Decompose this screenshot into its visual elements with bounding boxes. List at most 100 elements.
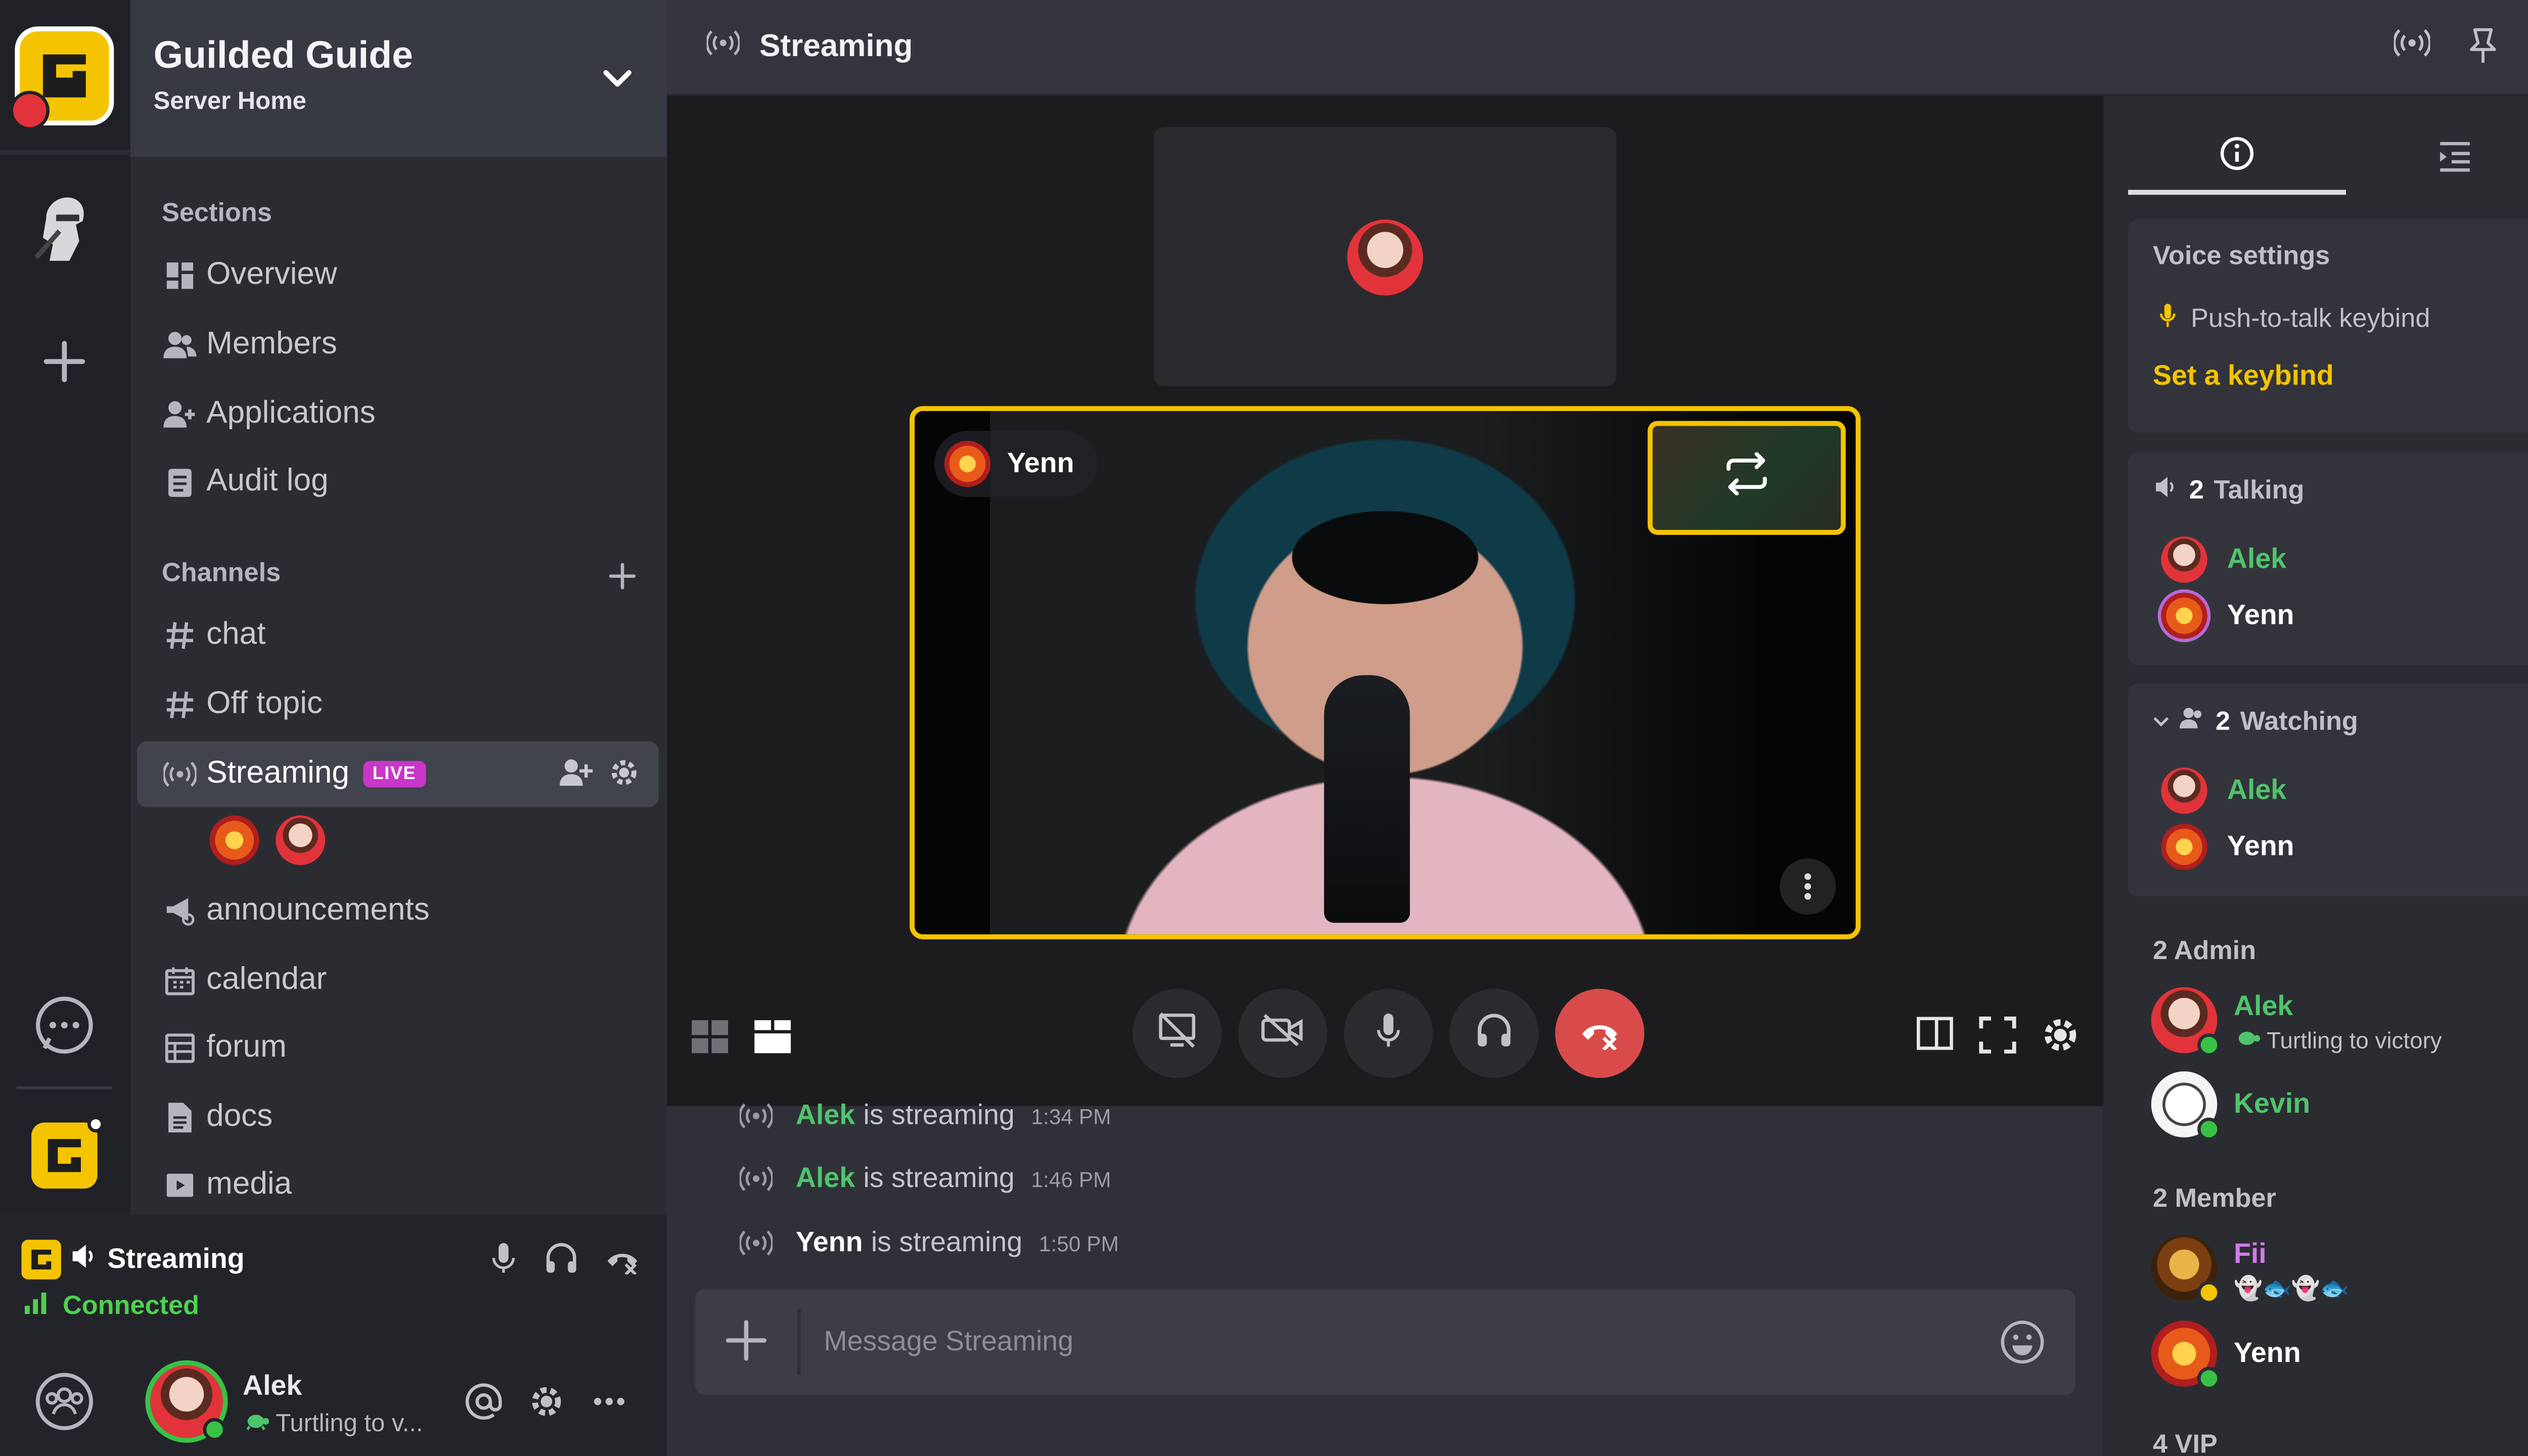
list-item[interactable]: Alek xyxy=(2161,536,2286,583)
add-server-icon[interactable] xyxy=(39,337,89,386)
friends-icon[interactable] xyxy=(33,1370,96,1441)
sidebar-item-chat[interactable]: chat xyxy=(137,603,659,669)
list-item[interactable]: Alek Turtling to victory xyxy=(2151,987,2528,1060)
server-icon-guilded-guide[interactable] xyxy=(10,26,114,130)
list-item[interactable]: Yenn xyxy=(2161,824,2294,870)
sidebar-item-media[interactable]: media xyxy=(137,1152,659,1218)
sidebar-item-docs[interactable]: docs xyxy=(137,1084,659,1151)
tab-info[interactable] xyxy=(2128,125,2346,195)
clipboard-icon xyxy=(162,464,198,500)
right-panel: Voice settings Push-to-talk keybind Set … xyxy=(2103,96,2528,1456)
online-status-dot xyxy=(203,1418,227,1441)
message-timestamp: 1:50 PM xyxy=(1039,1231,1119,1256)
megaphone-icon xyxy=(162,893,198,930)
message-list: Alek is streaming 1:34 PM Alek is stream… xyxy=(667,1100,2103,1288)
gear-icon[interactable] xyxy=(2041,1015,2080,1063)
screenshare-off-button[interactable] xyxy=(1132,988,1222,1078)
message-author[interactable]: Yenn xyxy=(796,1226,863,1259)
headphones-button[interactable] xyxy=(1449,988,1539,1078)
voice-channel-name[interactable]: Streaming xyxy=(107,1243,244,1276)
list-item[interactable]: Fii 👻🐟👻🐟 xyxy=(2151,1235,2528,1307)
gear-icon[interactable] xyxy=(609,758,639,797)
hash-icon xyxy=(162,617,198,654)
emoji-icon[interactable] xyxy=(1999,1319,2045,1374)
sidebar-item-off-topic[interactable]: Off topic xyxy=(137,672,659,738)
avatar-alek xyxy=(2161,536,2207,583)
sidebar-item-overview[interactable]: Overview xyxy=(137,243,659,309)
avatar-yenn[interactable] xyxy=(209,815,259,866)
server-icon-knight[interactable] xyxy=(23,185,109,271)
headphones-icon xyxy=(1476,1011,1512,1056)
invite-user-icon[interactable] xyxy=(559,758,593,797)
sidebar-item-announcements[interactable]: announcements xyxy=(137,878,659,944)
picture-in-picture-swap[interactable] xyxy=(1647,421,1846,535)
list-item[interactable]: Alek xyxy=(2161,767,2286,814)
camera-off-button[interactable] xyxy=(1238,988,1328,1078)
avatar[interactable] xyxy=(145,1360,228,1443)
list-item[interactable]: Kevin xyxy=(2151,1071,2528,1144)
message-author[interactable]: Alek xyxy=(796,1162,855,1195)
sidebar-item-label: media xyxy=(206,1167,292,1202)
broadcast-icon[interactable] xyxy=(2392,28,2431,73)
sidebar-item-label: Overview xyxy=(206,257,337,292)
watching-count: 2 xyxy=(2216,707,2231,736)
sidebar-item-audit-log[interactable]: Audit log xyxy=(137,449,659,515)
screenshare-off-icon xyxy=(1157,1011,1197,1056)
participant-tile-alek[interactable] xyxy=(1154,127,1616,387)
focus-view-icon[interactable] xyxy=(753,1019,792,1063)
speaker-icon xyxy=(71,1242,97,1277)
fullscreen-icon[interactable] xyxy=(1978,1015,2017,1063)
pin-icon[interactable] xyxy=(2466,28,2499,73)
doc-icon xyxy=(162,1100,198,1136)
user-name: Alek xyxy=(242,1370,302,1402)
voice-connection-panel: Streaming Connected xyxy=(0,1215,667,1347)
sidebar-item-streaming[interactable]: Streaming LIVE xyxy=(137,741,659,807)
list-item[interactable]: Yenn xyxy=(2151,1321,2528,1393)
message-text: is streaming xyxy=(871,1226,1023,1258)
tab-threads[interactable] xyxy=(2346,125,2528,195)
sidebar-item-label: Members xyxy=(206,327,337,362)
add-attachment-icon[interactable] xyxy=(725,1319,768,1370)
server-header[interactable]: Guilded Guide Server Home xyxy=(130,0,667,157)
speaker-icon xyxy=(2153,475,2179,507)
rail-divider xyxy=(16,1086,113,1090)
end-call-button[interactable] xyxy=(1555,988,1645,1078)
sidebar-item-label: Streaming xyxy=(206,756,349,791)
online-status-dot xyxy=(2197,1033,2221,1057)
user-name: Alek xyxy=(2233,990,2293,1022)
sidebar-item-label: Audit log xyxy=(206,464,329,499)
split-view-icon[interactable] xyxy=(1915,1015,1955,1063)
avatar-yenn xyxy=(944,440,991,487)
gear-icon[interactable] xyxy=(528,1383,565,1428)
avatar-alek[interactable] xyxy=(276,815,326,866)
list-indent-icon xyxy=(2437,140,2473,181)
mention-icon[interactable] xyxy=(465,1383,502,1428)
online-status-dot xyxy=(2197,1367,2221,1390)
list-item: Alek is streaming 1:46 PM xyxy=(739,1162,1111,1195)
microphone-button[interactable] xyxy=(1343,988,1433,1078)
message-input[interactable] xyxy=(824,1309,1980,1375)
sidebar-item-forum[interactable]: forum xyxy=(137,1015,659,1081)
chevron-down-icon[interactable] xyxy=(2153,707,2170,737)
user-name: Yenn xyxy=(2227,830,2294,862)
microphone-icon xyxy=(1374,1011,1404,1056)
stream-tile-yenn[interactable]: Yenn xyxy=(910,406,1861,939)
sidebar-item-applications[interactable]: Applications xyxy=(137,381,659,447)
disconnect-call-icon[interactable] xyxy=(604,1242,641,1283)
more-horizontal-icon[interactable] xyxy=(591,1383,627,1428)
set-keybind-link[interactable]: Set a keybind xyxy=(2153,360,2334,393)
rail-divider xyxy=(0,150,130,155)
guilded-home-icon[interactable] xyxy=(31,1116,104,1189)
add-channel-icon[interactable] xyxy=(608,561,638,599)
direct-messages-icon[interactable] xyxy=(31,994,98,1060)
chevron-down-icon[interactable] xyxy=(601,63,634,104)
headphones-icon[interactable] xyxy=(545,1242,578,1283)
message-author[interactable]: Alek xyxy=(796,1100,855,1132)
sidebar-item-calendar[interactable]: calendar xyxy=(137,947,659,1014)
avatar-yenn xyxy=(2151,1321,2221,1390)
grid-view-icon[interactable] xyxy=(690,1019,730,1063)
list-item[interactable]: Yenn xyxy=(2161,593,2294,639)
sidebar-item-members[interactable]: Members xyxy=(137,312,659,378)
microphone-icon[interactable] xyxy=(489,1242,519,1283)
more-vertical-icon[interactable] xyxy=(1779,858,1836,915)
